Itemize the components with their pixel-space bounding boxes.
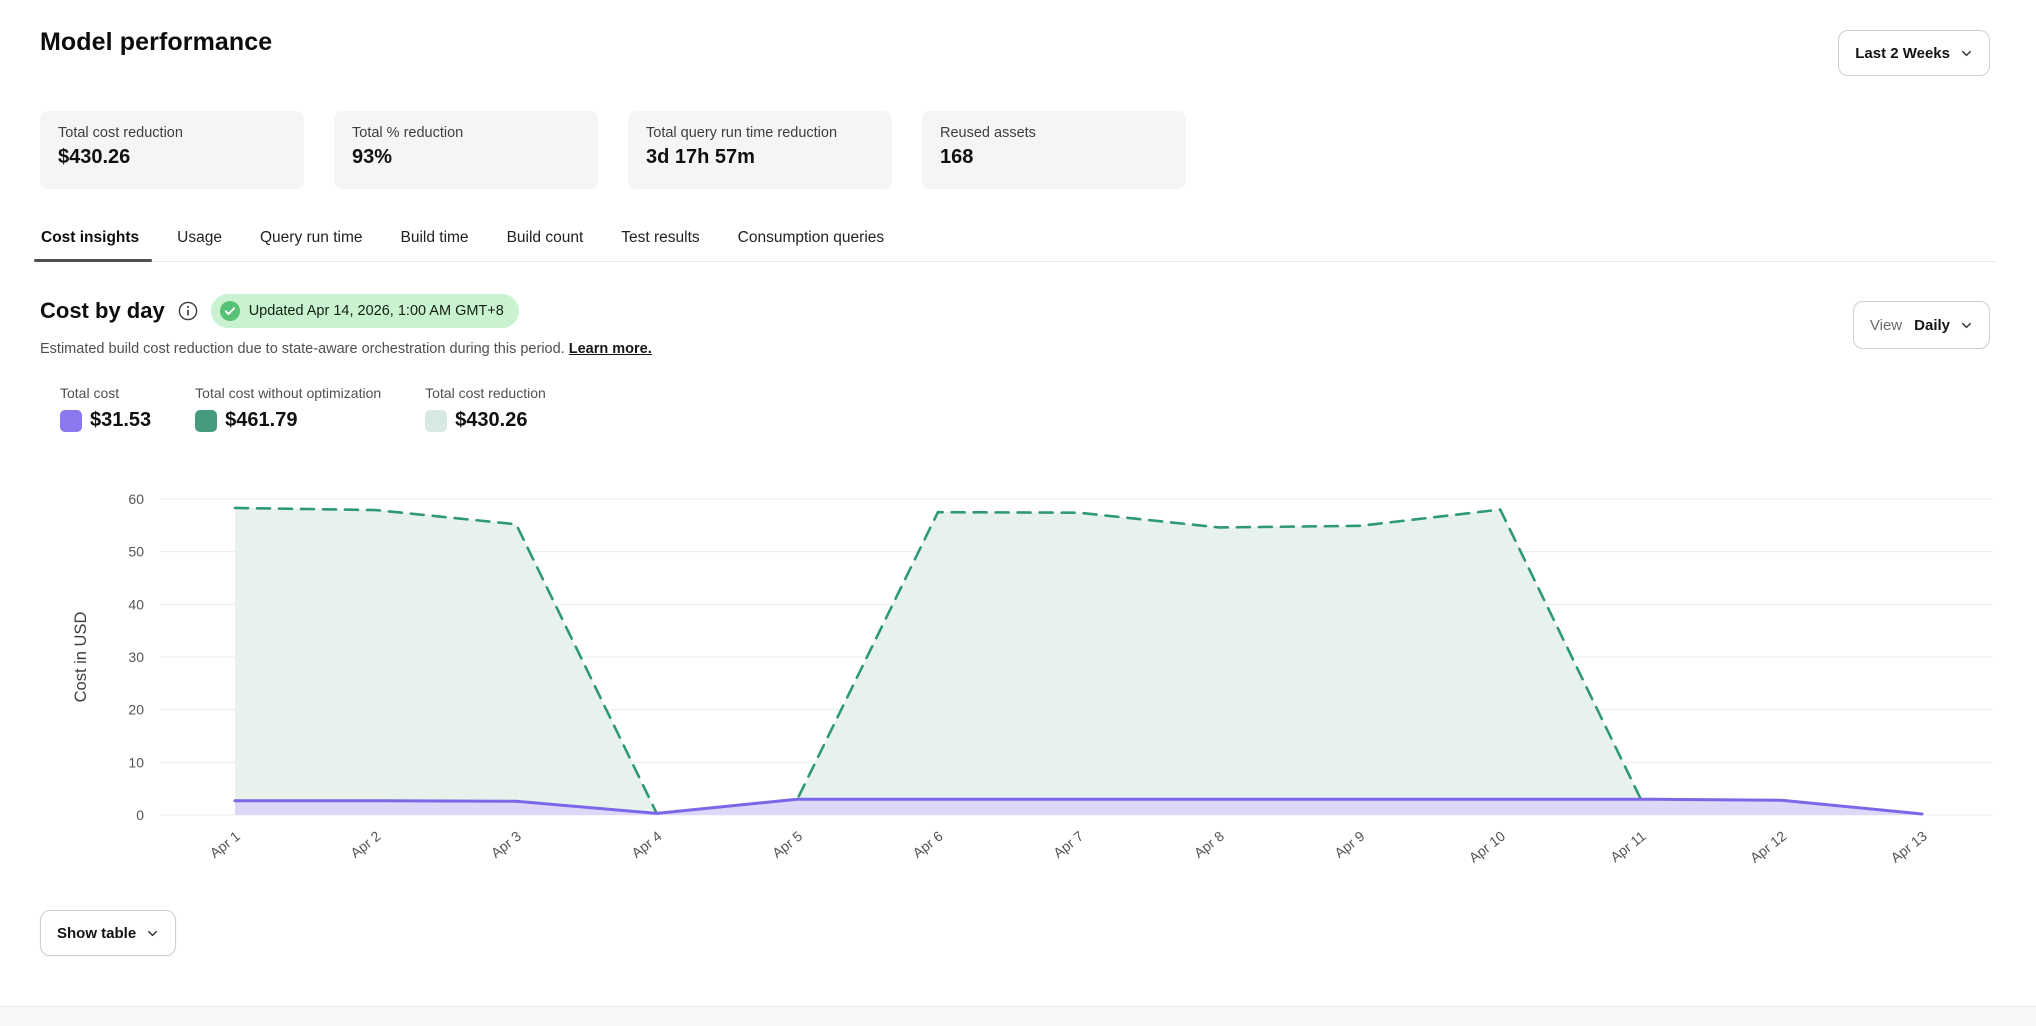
svg-text:Apr 6: Apr 6 bbox=[910, 828, 946, 861]
svg-text:0: 0 bbox=[136, 807, 144, 823]
svg-text:Apr 3: Apr 3 bbox=[488, 828, 524, 861]
legend-item-total-cost-without-optimization: Total cost without optimization $461.79 bbox=[195, 385, 381, 432]
legend-swatch-light-green bbox=[425, 410, 447, 432]
stat-label: Total % reduction bbox=[352, 125, 580, 141]
page-title: Model performance bbox=[40, 28, 1996, 57]
stats-row: Total cost reduction $430.26 Total % red… bbox=[40, 111, 1996, 189]
chevron-down-icon bbox=[146, 927, 159, 940]
svg-text:40: 40 bbox=[128, 596, 144, 612]
section-description: Estimated build cost reduction due to st… bbox=[40, 341, 1996, 357]
legend-value: $430.26 bbox=[455, 409, 527, 432]
date-range-selector[interactable]: Last 2 Weeks bbox=[1838, 30, 1990, 76]
model-performance-page: Model performance Last 2 Weeks Total cos… bbox=[0, 0, 2036, 1026]
legend-label: Total cost without optimization bbox=[195, 385, 381, 401]
section-description-text: Estimated build cost reduction due to st… bbox=[40, 341, 565, 357]
stat-card-total-percent-reduction: Total % reduction 93% bbox=[334, 111, 598, 189]
svg-text:50: 50 bbox=[128, 544, 144, 560]
tab-build-time[interactable]: Build time bbox=[400, 229, 470, 261]
updated-badge-text: Updated Apr 14, 2026, 1:00 AM GMT+8 bbox=[249, 303, 504, 319]
legend-swatch-purple bbox=[60, 410, 82, 432]
stat-value: 93% bbox=[352, 146, 580, 169]
svg-text:Apr 12: Apr 12 bbox=[1747, 828, 1790, 866]
chart-canvas: 0 10 20 30 40 50 60 Cost in USD Apr 1 Apr 2 Apr 3 A… bbox=[40, 482, 1996, 882]
legend-label: Total cost reduction bbox=[425, 385, 546, 401]
svg-text:Cost in USD: Cost in USD bbox=[72, 612, 90, 703]
section-header: Cost by day Updated Apr 14, 2026, 1:00 A… bbox=[40, 294, 1996, 328]
tab-consumption-queries[interactable]: Consumption queries bbox=[737, 229, 885, 261]
svg-text:Apr 10: Apr 10 bbox=[1466, 828, 1509, 866]
legend-swatch-green bbox=[195, 410, 217, 432]
svg-text:30: 30 bbox=[128, 649, 144, 665]
svg-text:20: 20 bbox=[128, 702, 144, 718]
section-title: Cost by day bbox=[40, 298, 165, 324]
show-table-button[interactable]: Show table bbox=[40, 910, 176, 956]
legend-value: $31.53 bbox=[90, 409, 151, 432]
stat-value: 168 bbox=[940, 146, 1168, 169]
info-icon[interactable] bbox=[178, 301, 198, 321]
show-table-label: Show table bbox=[57, 925, 136, 942]
stat-value: $430.26 bbox=[58, 146, 286, 169]
svg-text:Apr 5: Apr 5 bbox=[769, 828, 805, 861]
tab-cost-insights[interactable]: Cost insights bbox=[40, 229, 140, 261]
check-circle-icon bbox=[220, 301, 240, 321]
legend-label: Total cost bbox=[60, 385, 151, 401]
tab-build-count[interactable]: Build count bbox=[506, 229, 585, 261]
svg-text:Apr 2: Apr 2 bbox=[347, 828, 383, 861]
view-granularity-selector[interactable]: View Daily bbox=[1853, 301, 1990, 349]
stat-label: Total query run time reduction bbox=[646, 125, 874, 141]
stat-value: 3d 17h 57m bbox=[646, 146, 874, 169]
learn-more-link[interactable]: Learn more. bbox=[569, 341, 652, 357]
svg-text:10: 10 bbox=[128, 754, 144, 770]
chart-legend: Total cost $31.53 Total cost without opt… bbox=[40, 385, 1996, 432]
tab-bar: Cost insights Usage Query run time Build… bbox=[40, 229, 1996, 262]
chevron-down-icon bbox=[1960, 319, 1973, 332]
legend-value: $461.79 bbox=[225, 409, 297, 432]
stat-label: Reused assets bbox=[940, 125, 1168, 141]
stat-card-query-run-time-reduction: Total query run time reduction 3d 17h 57… bbox=[628, 111, 892, 189]
date-range-value: Last 2 Weeks bbox=[1855, 45, 1950, 62]
tab-query-run-time[interactable]: Query run time bbox=[259, 229, 364, 261]
legend-item-total-cost-reduction: Total cost reduction $430.26 bbox=[425, 385, 546, 432]
svg-text:Apr 8: Apr 8 bbox=[1191, 828, 1227, 861]
svg-text:Apr 9: Apr 9 bbox=[1331, 828, 1367, 861]
svg-text:Apr 11: Apr 11 bbox=[1607, 828, 1649, 865]
cost-by-day-chart: 0 10 20 30 40 50 60 Cost in USD Apr 1 Apr 2 Apr 3 A… bbox=[40, 482, 1996, 882]
svg-text:Apr 7: Apr 7 bbox=[1050, 828, 1086, 861]
svg-text:60: 60 bbox=[128, 491, 144, 507]
svg-text:Apr 4: Apr 4 bbox=[628, 828, 664, 861]
view-selector-prefix: View bbox=[1870, 317, 1902, 334]
tab-usage[interactable]: Usage bbox=[176, 229, 223, 261]
chevron-down-icon bbox=[1960, 47, 1973, 60]
stat-card-total-cost-reduction: Total cost reduction $430.26 bbox=[40, 111, 304, 189]
view-selector-value: Daily bbox=[1914, 317, 1950, 334]
svg-text:Apr 1: Apr 1 bbox=[207, 828, 243, 861]
stat-card-reused-assets: Reused assets 168 bbox=[922, 111, 1186, 189]
legend-item-total-cost: Total cost $31.53 bbox=[60, 385, 151, 432]
stat-label: Total cost reduction bbox=[58, 125, 286, 141]
bottom-divider bbox=[0, 1006, 2036, 1026]
updated-badge: Updated Apr 14, 2026, 1:00 AM GMT+8 bbox=[211, 294, 519, 328]
svg-text:Apr 13: Apr 13 bbox=[1887, 828, 1930, 866]
tab-test-results[interactable]: Test results bbox=[620, 229, 700, 261]
